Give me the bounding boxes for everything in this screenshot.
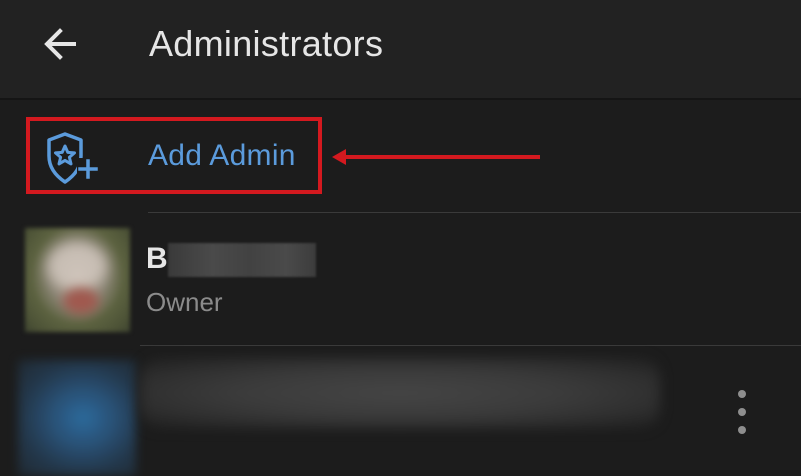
page-title: Administrators — [149, 23, 384, 64]
avatar — [18, 360, 136, 476]
redacted-text[interactable] — [140, 358, 660, 428]
avatar — [25, 228, 130, 332]
administrators-screen: Administrators Add Admin B Owner — [0, 0, 801, 476]
admin-name[interactable]: B — [146, 240, 168, 278]
list-divider — [148, 212, 801, 213]
admin-role: Owner — [146, 287, 223, 317]
more-vert-icon — [738, 390, 746, 398]
add-admin-label: Add Admin — [148, 139, 296, 172]
annotation-arrow — [332, 149, 540, 165]
header-divider — [0, 98, 801, 100]
redacted-text — [168, 243, 316, 277]
arrow-left-icon — [44, 28, 76, 60]
app-bar: Administrators — [0, 0, 801, 98]
back-button[interactable] — [32, 22, 88, 66]
more-options-button[interactable] — [726, 390, 758, 434]
shield-star-plus-icon — [47, 132, 101, 184]
list-divider — [140, 345, 801, 346]
